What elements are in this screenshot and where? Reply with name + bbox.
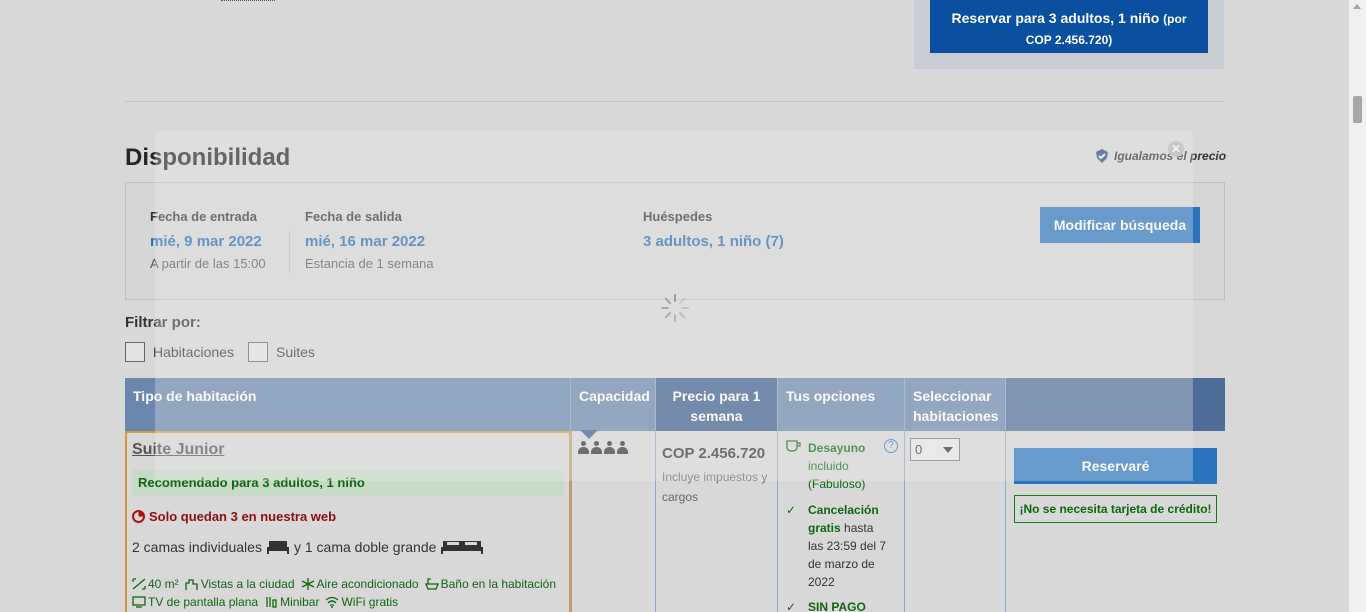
facility-label: Minibar xyxy=(280,595,320,609)
facilities-list: 40 m² Vistas a la ciudad Aire acondicion… xyxy=(132,577,562,609)
section-divider xyxy=(125,101,1224,102)
top-reserve-price: COP 2.456.720) xyxy=(1025,33,1113,47)
facility-item: 40 m² xyxy=(132,577,179,591)
minibar-icon xyxy=(266,597,277,608)
scarcity-notice: Solo quedan 3 en nuestra web xyxy=(132,509,336,524)
option-cancel-text: Cancelación gratis hasta las 23:59 del 7… xyxy=(808,501,888,591)
filter-rooms-checkbox[interactable] xyxy=(125,342,145,362)
facility-label: Aire acondicionado xyxy=(316,577,419,591)
facility-item: Aire acondicionado xyxy=(301,577,419,591)
bath-icon xyxy=(424,578,439,590)
size-icon xyxy=(132,578,146,590)
facility-label: Baño en la habitación xyxy=(440,577,557,591)
facility-item: TV de pantalla plana xyxy=(132,595,258,609)
scroll-thumb[interactable] xyxy=(1353,96,1362,123)
snowflake-icon xyxy=(301,578,314,590)
double-bed-icon xyxy=(441,541,484,554)
facility-item: Minibar xyxy=(264,595,319,609)
top-reserve-suffix: (por xyxy=(1163,12,1187,26)
option-cancel: ✓ Cancelación gratis hasta las 23:59 del… xyxy=(786,501,888,591)
option-nopay-text: SIN PAGO xyxy=(808,600,866,612)
check-icon: ✓ xyxy=(786,600,797,612)
city-icon xyxy=(185,579,198,590)
wifi-icon xyxy=(326,596,339,608)
loading-spinner-icon xyxy=(661,294,689,322)
close-icon[interactable]: ✕ xyxy=(1168,141,1184,157)
pie-clock-icon xyxy=(132,510,145,523)
page-scrollbar[interactable] xyxy=(1349,0,1366,612)
link-underline xyxy=(221,0,275,1)
facility-label: 40 m² xyxy=(148,577,179,591)
bed-config: 2 camas individuales y 1 cama doble gran… xyxy=(132,539,484,555)
no-credit-card-badge: ¡No se necesita tarjeta de crédito! xyxy=(1014,495,1217,523)
facility-item: Baño en la habitación xyxy=(424,577,557,591)
top-reserve-label: Reservar para 3 adultos, 1 niño xyxy=(951,10,1160,26)
facility-item: WiFi gratis xyxy=(325,595,398,609)
facility-label: WiFi gratis xyxy=(341,595,399,609)
scroll-up-icon[interactable] xyxy=(1353,4,1361,9)
top-reserve-panel: Reservar para 3 adultos, 1 niño (por COP… xyxy=(914,0,1224,69)
beds-text-2: y 1 cama doble grande xyxy=(293,539,437,555)
tv-icon xyxy=(132,596,146,608)
facility-label: Vistas a la ciudad xyxy=(200,577,295,591)
scarcity-text: Solo quedan 3 en nuestra web xyxy=(149,509,337,524)
beds-text-1: 2 camas individuales xyxy=(132,539,262,555)
facility-item: Vistas a la ciudad xyxy=(185,577,295,591)
single-bed-icon xyxy=(266,541,289,554)
option-nopay: ✓ SIN PAGO xyxy=(786,598,866,612)
loading-overlay: ✕ xyxy=(155,131,1193,481)
facility-label: TV de pantalla plana xyxy=(148,595,259,609)
top-reserve-button[interactable]: Reservar para 3 adultos, 1 niño (por COP… xyxy=(930,0,1208,53)
check-icon: ✓ xyxy=(786,503,797,517)
